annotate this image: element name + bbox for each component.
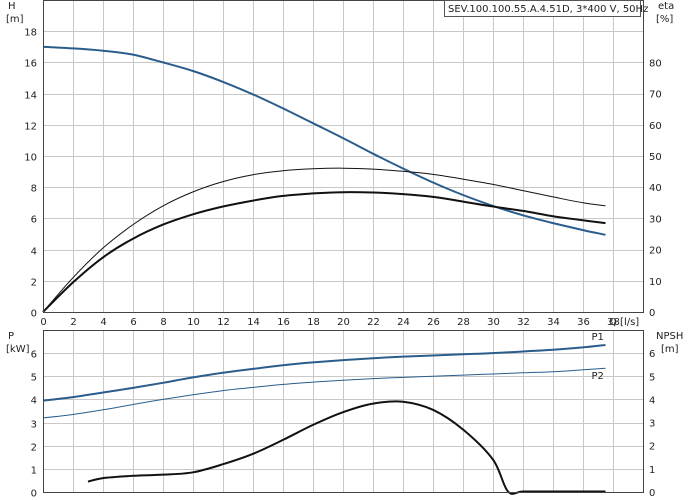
y-right-tick-label: 80 (649, 58, 662, 69)
y-right-tick-label-npsh: 5 (649, 372, 655, 383)
y-right-label-npsh: NPSH (656, 331, 683, 342)
y-left-tick-label: 12 (24, 122, 37, 133)
x-tick-label: 10 (187, 317, 200, 328)
y-left-tick-label: 10 (24, 153, 37, 164)
y-left-tick-label: 0 (31, 309, 37, 320)
y-left-tick-label-p: 4 (31, 396, 37, 407)
x-tick-label: 20 (337, 317, 350, 328)
y-left-tick-label: 2 (31, 278, 37, 289)
y-right-tick-label: 30 (649, 214, 662, 225)
y-left-label-h: H (8, 1, 16, 12)
series-label-p1: P1 (592, 332, 604, 343)
y-left-tick-label: 16 (24, 59, 37, 70)
x-tick-label: 12 (217, 317, 230, 328)
bottom-series (42, 344, 606, 495)
y-right-tick-label-npsh: 6 (649, 349, 655, 360)
y-right-tick-label: 50 (649, 152, 662, 163)
y-right-tick-label: 0 (649, 308, 655, 319)
y-left-tick-label: 6 (31, 215, 37, 226)
y-left-tick-label-p: 5 (31, 373, 37, 384)
top-grid (43, 0, 643, 313)
x-tick-label: 14 (247, 317, 260, 328)
y-left-tick-label-p: 6 (31, 350, 37, 361)
x-axis-label-q: Q [l/s] (609, 317, 639, 328)
series-label-p2: P2 (592, 371, 604, 382)
y-left-label-p: P (8, 331, 14, 342)
x-tick-label: 22 (367, 317, 380, 328)
chart-title: SEV.100.100.55.A.4.51D, 3*400 V, 50Hz (448, 4, 648, 15)
y-right-tick-label: 40 (649, 183, 662, 194)
y-left-unit-m: [m] (6, 14, 24, 25)
y-left-tick-label: 4 (31, 247, 37, 258)
y-right-tick-label-npsh: 1 (649, 465, 655, 476)
y-left-tick-label: 8 (31, 184, 37, 195)
efficiency-curve-thick (42, 191, 606, 313)
y-right-tick-label-npsh: 4 (649, 395, 655, 406)
x-tick-label: 16 (277, 317, 290, 328)
y-right-tick-label: 70 (649, 90, 662, 101)
y-left-tick-label: 14 (24, 91, 37, 102)
power-curve-p2 (42, 367, 606, 419)
x-tick-label: 0 (40, 317, 46, 328)
x-tick-label: 36 (577, 317, 590, 328)
y-left-unit-kw: [kW] (6, 344, 30, 355)
y-right-tick-label: 60 (649, 121, 662, 132)
y-right-tick-label: 10 (649, 277, 662, 288)
npsh-curve (87, 400, 606, 495)
x-tick-label: 30 (487, 317, 500, 328)
x-tick-label: 6 (130, 317, 136, 328)
y-left-tick-label-p: 3 (31, 420, 37, 431)
pump-curve-chart: 0 2 4 6 8 10 12 14 16 18 20 22 24 26 28 30 32 34 36 3802468… (6, 0, 683, 500)
x-tick-label: 26 (427, 317, 440, 328)
x-tick-label: 32 (517, 317, 530, 328)
x-tick-label: 34 (547, 317, 560, 328)
y-right-unit-percent: [%] (656, 14, 673, 25)
x-tick-label: 8 (160, 317, 166, 328)
head-curve (42, 45, 606, 236)
y-right-tick-label-npsh: 0 (649, 488, 655, 499)
y-left-tick-label-p: 1 (31, 466, 37, 477)
y-left-tick-label-p: 0 (31, 489, 37, 500)
y-right-tick-label-npsh: 3 (649, 419, 655, 430)
y-right-tick-label-npsh: 2 (649, 442, 655, 453)
top-series (42, 45, 606, 313)
efficiency-curve-thin (42, 167, 606, 313)
x-tick-label: 2 (70, 317, 76, 328)
y-left-tick-label: 18 (24, 28, 37, 39)
x-tick-label: 28 (457, 317, 470, 328)
x-tick-label: 18 (307, 317, 320, 328)
x-tick-label: 4 (100, 317, 106, 328)
y-left-tick-label-p: 2 (31, 443, 37, 454)
y-right-tick-label: 20 (649, 246, 662, 257)
y-right-unit-m: [m] (661, 344, 679, 355)
y-right-label-eta: eta (658, 1, 674, 12)
x-tick-label: 24 (397, 317, 410, 328)
